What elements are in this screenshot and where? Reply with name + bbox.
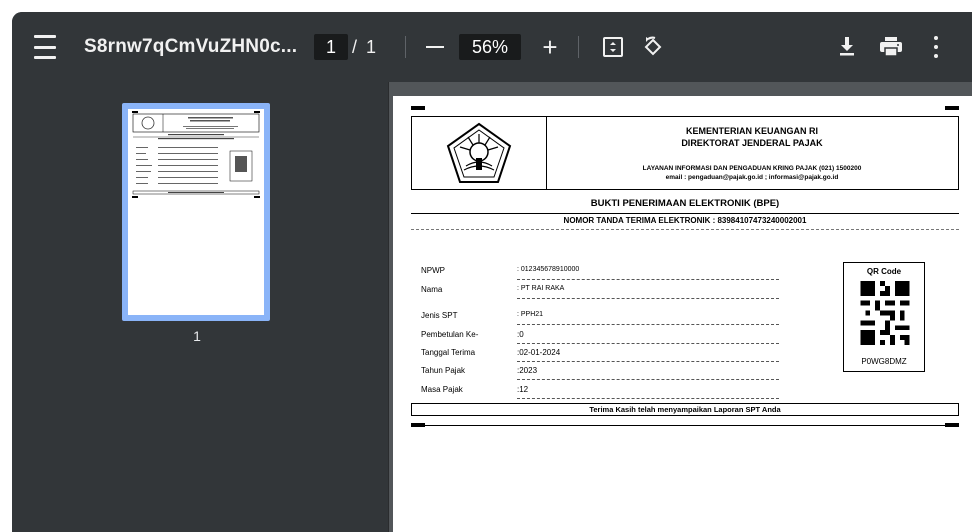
print-button[interactable]	[878, 34, 904, 60]
document-viewer[interactable]: KEMENTERIAN KEUANGAN RI DIREKTORAT JENDE…	[389, 82, 972, 532]
kemenkeu-logo-icon	[446, 122, 512, 183]
document-header: KEMENTERIAN KEUANGAN RI DIREKTORAT JENDE…	[411, 116, 959, 190]
field-value: :0	[517, 330, 779, 344]
zoom-level-input[interactable]: 56%	[459, 34, 521, 60]
document-title: S8rnw7qCmVuZHN0c...	[84, 36, 298, 57]
rotate-icon	[644, 36, 662, 56]
corner-mark	[411, 106, 425, 110]
thumbnail-image	[128, 109, 264, 315]
field-value: : PT RAI RAKA	[517, 285, 779, 299]
field-label: Jenis SPT	[421, 311, 458, 320]
download-icon	[840, 37, 854, 56]
thumbnail-page-number: 1	[193, 328, 201, 344]
header-text: KEMENTERIAN KEUANGAN RI DIREKTORAT JENDE…	[546, 117, 958, 189]
ministry-name: KEMENTERIAN KEUANGAN RI	[685, 126, 818, 136]
toolbar-divider	[405, 36, 406, 58]
receipt-number: NOMOR TANDA TERIMA ELEKTRONIK : 83984107…	[563, 216, 807, 225]
qr-code-value: P0WG8DMZ	[861, 357, 907, 366]
field-value: : 012345678910000	[517, 266, 779, 280]
corner-mark	[411, 423, 425, 427]
total-pages: 1	[366, 36, 377, 57]
page-number-input[interactable]: 1	[314, 34, 348, 60]
field-label: Masa Pajak	[421, 385, 463, 394]
field-label: Pembetulan Ke-	[421, 330, 479, 339]
qr-title: QR Code	[866, 267, 902, 276]
field-label: Tahun Pajak	[421, 366, 466, 375]
toolbar-divider	[578, 36, 579, 58]
pdf-page: KEMENTERIAN KEUANGAN RI DIREKTORAT JENDE…	[393, 96, 972, 532]
document-title: BUKTI PENERIMAAN ELEKTRONIK (BPE)	[590, 198, 780, 209]
fit-page-icon	[603, 37, 623, 57]
page-separator: /	[352, 36, 358, 57]
field-value: :2023	[517, 366, 779, 380]
field-label: Tanggal Terima	[421, 348, 476, 357]
page-thumbnail[interactable]	[122, 103, 270, 321]
toolbar: S8rnw7qCmVuZHN0c... 1 / 1 56% +	[12, 12, 972, 82]
corner-mark	[945, 423, 959, 427]
zoom-in-button[interactable]: +	[537, 34, 563, 60]
logo-cell	[412, 117, 547, 189]
contact-email: email : pengaduan@pajak.go.id ; informas…	[665, 174, 839, 181]
field-value: :02-01-2024	[517, 348, 779, 362]
field-value: : PPH21	[517, 311, 779, 325]
thumbnail-sidebar: 1	[12, 82, 389, 532]
thank-you-banner: Terima Kasih telah menyampaikan Laporan …	[411, 403, 959, 416]
minus-icon	[426, 46, 444, 48]
menu-icon[interactable]	[32, 35, 58, 59]
download-button[interactable]	[834, 34, 860, 60]
corner-mark	[945, 106, 959, 110]
pdf-viewer-window: S8rnw7qCmVuZHN0c... 1 / 1 56% + 1 KEMENT…	[12, 12, 972, 532]
rotate-button[interactable]	[640, 34, 666, 60]
divider	[411, 213, 959, 214]
more-options-icon[interactable]	[926, 34, 946, 60]
field-label: Nama	[421, 285, 443, 294]
fit-to-page-button[interactable]	[602, 36, 624, 58]
field-label: NPWP	[421, 266, 445, 275]
divider	[411, 229, 959, 230]
service-info: LAYANAN INFORMASI DAN PENGADUAN KRING PA…	[642, 165, 862, 172]
field-value: :12	[517, 385, 779, 399]
footer-rule	[425, 425, 945, 426]
directorate-name: DIREKTORAT JENDERAL PAJAK	[681, 138, 823, 148]
print-icon	[880, 37, 902, 57]
qr-code-icon	[860, 281, 910, 345]
qr-code-box: QR Code P0WG8DMZ	[843, 262, 925, 372]
zoom-out-button[interactable]	[422, 34, 448, 60]
